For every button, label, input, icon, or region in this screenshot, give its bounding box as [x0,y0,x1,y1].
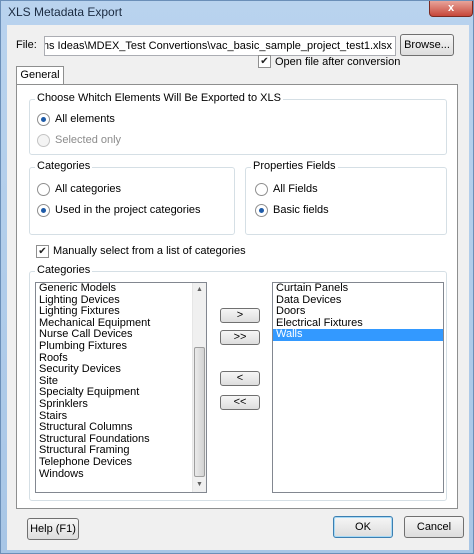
open-after-checkbox[interactable]: ✔ [258,55,271,68]
used-categories-radio[interactable] [37,204,50,217]
window-title: XLS Metadata Export [8,5,123,19]
scroll-up-arrow-icon[interactable]: ▲ [193,283,206,297]
available-list-items: Generic Models Lighting Devices Lighting… [36,283,206,480]
categories-scope-title: Categories [35,160,93,172]
all-fields-radio[interactable] [255,183,268,196]
scroll-down-arrow-icon[interactable]: ▼ [193,478,206,492]
all-fields-label: All Fields [273,183,318,195]
list-item[interactable]: Curtain Panels [273,283,443,295]
general-tab-panel: Choose Whitch Elements Will Be Exported … [16,84,458,509]
list-item-selected[interactable]: Walls [273,329,443,341]
browse-button[interactable]: Browse... [400,34,454,56]
file-path-input[interactable]: \Desktop\3DA Systems Ideas\MDEX_Test Con… [44,36,396,56]
all-elements-radio[interactable] [37,113,50,126]
properties-fields-title: Properties Fields [251,160,338,172]
close-button[interactable]: x [429,1,473,17]
add-category-button[interactable]: > [220,308,260,323]
open-after-label: Open file after conversion [275,56,401,68]
selected-only-radio[interactable] [37,134,50,147]
list-item[interactable]: Security Devices [36,364,206,376]
categories-scope-group: Categories All categories Used in the pr… [29,160,235,235]
file-path-value: \Desktop\3DA Systems Ideas\MDEX_Test Con… [45,40,392,52]
available-categories-list[interactable]: Generic Models Lighting Devices Lighting… [35,282,207,493]
all-categories-radio[interactable] [37,183,50,196]
properties-fields-group: Properties Fields All Fields Basic field… [245,160,447,235]
add-all-categories-button[interactable]: >> [220,330,260,345]
cancel-button[interactable]: Cancel [404,516,464,538]
list-item[interactable]: Sprinklers [36,398,206,411]
category-lists-title: Categories [35,264,93,276]
export-scope-group: Choose Whitch Elements Will Be Exported … [29,92,447,155]
list-item[interactable]: Generic Models [36,283,206,295]
manual-select-checkbox[interactable]: ✔ [36,245,49,258]
dialog-body: File: \Desktop\3DA Systems Ideas\MDEX_Te… [7,25,469,550]
title-bar[interactable]: XLS Metadata Export x [1,1,473,23]
list-item[interactable]: Telephone Devices [36,456,206,469]
selected-only-label: Selected only [55,134,122,146]
scroll-thumb[interactable] [194,347,205,477]
category-lists-group: Categories Generic Models Lighting Devic… [29,264,447,501]
selected-categories-list[interactable]: Curtain Panels Data Devices Doors Electr… [272,282,444,493]
list-item[interactable]: Plumbing Fixtures [36,340,206,353]
help-button[interactable]: Help (F1) [27,518,79,540]
manual-select-label: Manually select from a list of categorie… [53,245,246,257]
tab-general[interactable]: General [16,66,64,85]
all-elements-label: All elements [55,113,115,125]
used-categories-label: Used in the project categories [55,204,201,216]
basic-fields-radio[interactable] [255,204,268,217]
basic-fields-label: Basic fields [273,204,329,216]
tab-general-label: General [20,69,60,81]
ok-button[interactable]: OK [333,516,393,538]
file-label: File: [16,39,37,51]
list-item[interactable]: Windows [36,468,206,481]
remove-all-categories-button[interactable]: << [220,395,260,410]
remove-category-button[interactable]: < [220,371,260,386]
export-scope-title: Choose Whitch Elements Will Be Exported … [35,92,283,104]
list-item[interactable]: Structural Columns [36,422,206,434]
xls-export-dialog: XLS Metadata Export x File: \Desktop\3DA… [0,0,474,554]
all-categories-label: All categories [55,183,122,195]
available-list-scrollbar[interactable]: ▲ ▼ [192,283,206,492]
